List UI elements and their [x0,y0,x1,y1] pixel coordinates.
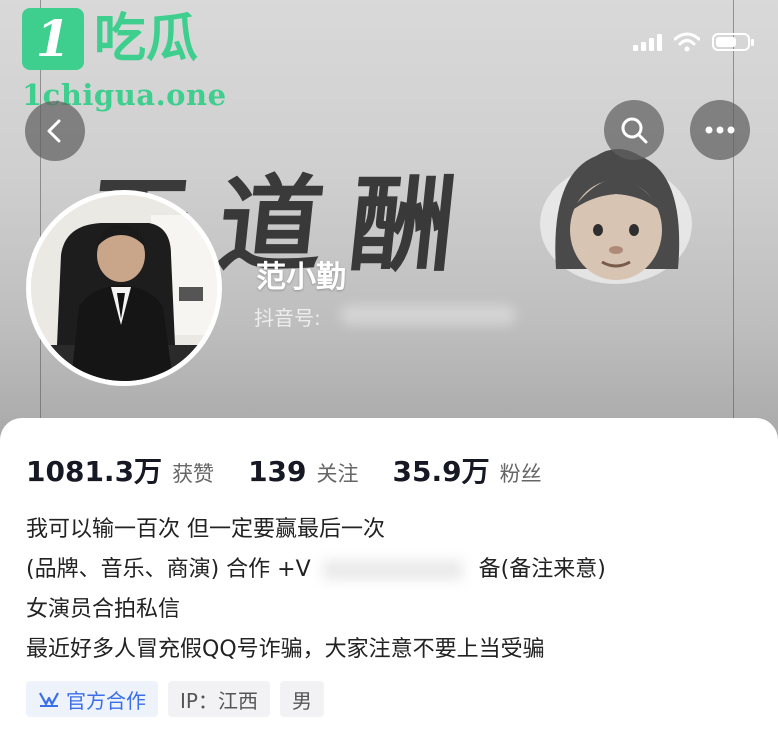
followers-count[interactable]: 35.9万 [393,450,490,490]
profile-stats: 1081.3万 获赞 139 关注 35.9万 粉丝 [26,450,576,490]
status-bar [633,32,754,52]
signal-icon [633,33,662,51]
avatar-photo [31,195,217,381]
official-cooperation-tag[interactable]: 官方合作 [26,681,158,717]
likes-count: 1081.3万 [26,455,163,488]
profile-id-redacted [340,305,516,325]
following-label[interactable]: 关注 [317,458,359,488]
profile-tags: 官方合作 IP：江西 男 [26,681,324,717]
cartoon-girl-icon [540,149,692,284]
followers-label[interactable]: 粉丝 [500,458,542,488]
watermark-logo: 1 [22,8,84,70]
profile-banner: 天道酬 1 吃瓜 1chigua.one 范小勤 抖音号: [0,0,778,440]
profile-id-label: 抖音号: [254,306,321,330]
profile-bio: 我可以输一百次 但一定要赢最后一次 (品牌、音乐、商演) 合作 +V 备(备注来意… [26,515,606,675]
bio-contact-redacted [322,560,463,580]
profile-name: 范小勤 [256,260,346,295]
divider-line [733,0,734,420]
bio-contact-prefix: (品牌、音乐、商演) 合作 +V [26,557,311,582]
bio-contact-suffix: 备(备注来意) [478,557,606,582]
more-button[interactable] [690,100,750,160]
back-button[interactable] [25,101,85,161]
wifi-icon [674,32,700,52]
bio-line: 最近好多人冒充假QQ号诈骗，大家注意不要上当受骗 [26,637,545,662]
bio-line: 女演员合拍私信 [26,597,181,622]
gender-tag: 男 [279,681,324,717]
likes-label: 获赞 [172,462,215,486]
more-icon [705,126,735,134]
avatar[interactable] [26,190,222,386]
official-cooperation-label: 官方合作 [66,688,146,713]
cooperation-icon [39,692,59,707]
watermark-title: 吃瓜 [94,9,199,69]
bio-line: (品牌、音乐、商演) 合作 +V 备(备注来意) [26,555,606,595]
following-count[interactable]: 139 [248,455,306,488]
search-button[interactable] [604,100,664,160]
search-icon [621,117,648,144]
ip-location-tag: IP：江西 [168,681,270,717]
bio-line: 我可以输一百次 但一定要赢最后一次 [26,517,385,542]
battery-icon [712,33,754,51]
chevron-left-icon [47,119,61,143]
